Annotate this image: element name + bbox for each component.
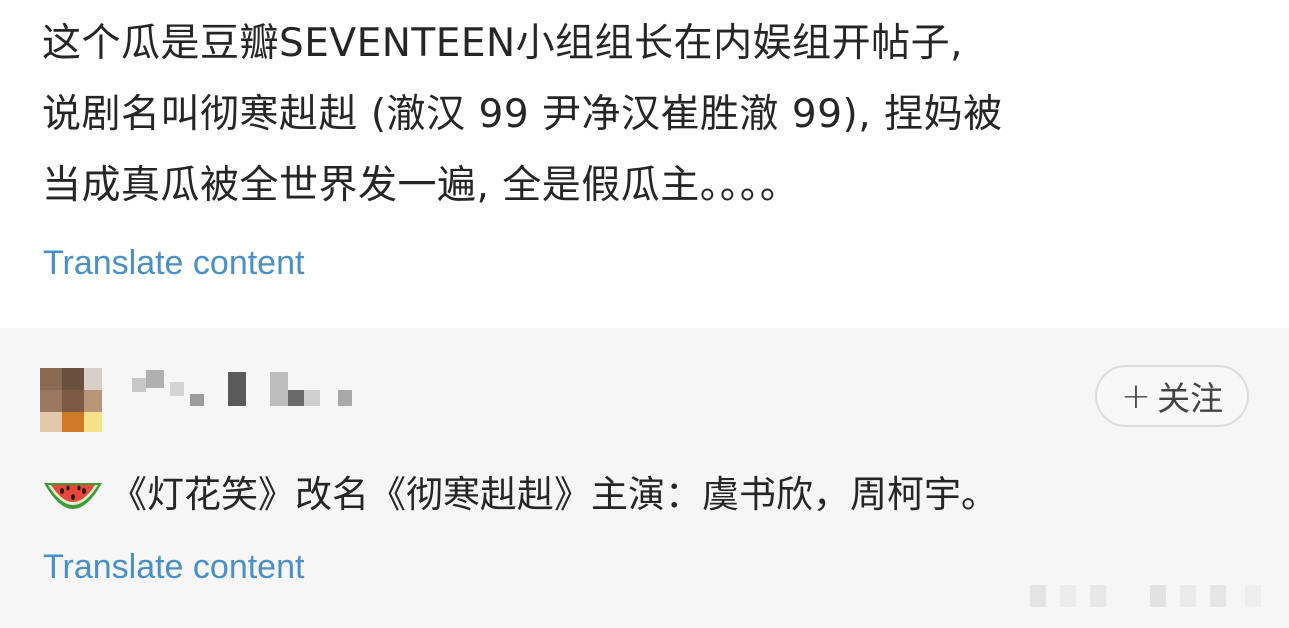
follow-button[interactable]: + 关注 (1095, 365, 1249, 427)
comment-body: 《灯花笑》改名《彻寒赳赳》主演：虞书欣，周柯宇。 (110, 473, 998, 516)
post-text-line-1: 这个瓜是豆瓣SEVENTEEN小组组长在内娱组开帖子, (42, 21, 964, 66)
username[interactable] (120, 364, 360, 414)
follow-label: 关注 (1157, 379, 1224, 418)
translate-content-link[interactable]: Translate content (43, 244, 304, 283)
post-text-line-3: 当成真瓜被全世界发一遍, 全是假瓜主。。。。 (42, 163, 800, 208)
post-body: 这个瓜是豆瓣SEVENTEEN小组组长在内娱组开帖子, 说剧名叫彻寒赳赳 (澈汉… (0, 0, 1289, 328)
avatar[interactable] (40, 368, 126, 432)
comment-translate-content-link[interactable]: Translate content (43, 548, 304, 587)
plus-icon: + (1120, 375, 1152, 417)
post-text: 这个瓜是豆瓣SEVENTEEN小组组长在内娱组开帖子, 说剧名叫彻寒赳赳 (澈汉… (42, 8, 1252, 221)
watermark (1000, 583, 1280, 613)
comment-card: + 关注 《灯花笑》改名《彻寒赳赳》主演：虞书欣，周柯宇。 Translate … (0, 328, 1289, 628)
comment-text: 《灯花笑》改名《彻寒赳赳》主演：虞书欣，周柯宇。 (42, 465, 998, 525)
watermelon-icon (44, 483, 102, 509)
post-text-line-2: 说剧名叫彻寒赳赳 (澈汉 99 尹净汉崔胜澈 99), 捏妈被 (42, 92, 1003, 137)
weibo-post-view: 这个瓜是豆瓣SEVENTEEN小组组长在内娱组开帖子, 说剧名叫彻寒赳赳 (澈汉… (0, 0, 1289, 628)
